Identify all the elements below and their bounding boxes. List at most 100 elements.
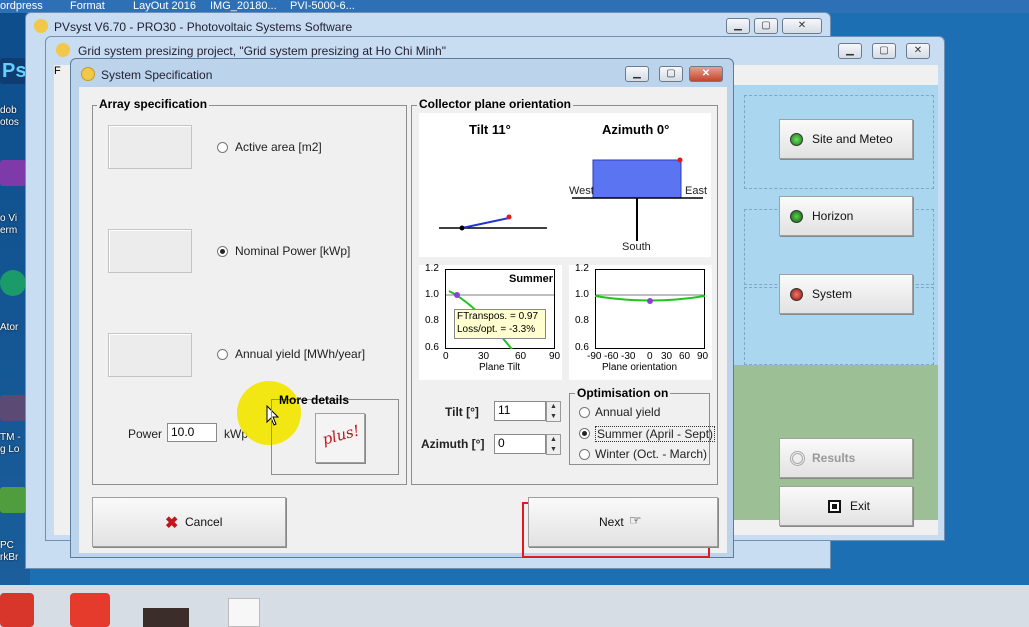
radio-label: Winter (Oct. - March)	[595, 447, 708, 461]
maximize-button[interactable]: ▢	[754, 18, 778, 34]
x-tick: 0	[443, 351, 449, 362]
transposition-tooltip: FTranspos. = 0.97 Loss/opt. = -3.3%	[454, 309, 546, 339]
x-tick: 30	[661, 351, 673, 362]
x-axis-label: Plane Tilt	[479, 362, 521, 373]
status-red-icon	[790, 288, 803, 301]
annual-yield-opt-radio[interactable]	[579, 407, 590, 418]
tilt-pivot	[459, 225, 465, 231]
video-thumbnail-icon[interactable]	[143, 608, 189, 627]
status-green-icon	[790, 133, 803, 146]
atom-icon[interactable]	[0, 270, 26, 296]
tooltip-line: FTranspos. = 0.97	[457, 311, 539, 322]
window-title: PVsyst V6.70 - PRO30 - Photovoltaic Syst…	[54, 20, 353, 34]
y-tick: 0.8	[575, 315, 589, 326]
minimize-button[interactable]: ▁	[726, 18, 750, 34]
west-label: West	[569, 185, 594, 197]
azimuth-plane	[592, 159, 682, 199]
y-tick: 1.2	[425, 263, 439, 274]
azimuth-spinner[interactable]: ▲ ▼	[546, 434, 561, 455]
active-area-value-box[interactable]	[108, 125, 192, 169]
tilt-field-label: Tilt [°]	[445, 405, 479, 419]
chart-series-label: Summer	[509, 273, 554, 285]
status-green-icon	[790, 210, 803, 223]
button-label: Cancel	[185, 515, 223, 529]
orientation-svg	[439, 157, 703, 241]
button-label: Horizon	[812, 209, 854, 223]
cancel-x-icon: ✖	[165, 515, 179, 532]
tilt-spinner[interactable]: ▲ ▼	[546, 401, 561, 422]
close-button[interactable]: ✕	[906, 43, 930, 59]
azimuth-corner	[677, 157, 683, 163]
document-icon[interactable]	[228, 598, 260, 627]
project-app-icon	[56, 43, 70, 57]
site-meteo-button[interactable]: Site and Meteo	[779, 119, 913, 159]
x-axis-label: Plane orientation	[602, 362, 678, 373]
azimuth-chart-svg	[594, 269, 706, 349]
radio-label: Annual yield	[595, 405, 661, 419]
tilt-optimum-point	[454, 292, 460, 298]
y-tick: 0.8	[425, 315, 439, 326]
azimuth-chart-plot	[594, 269, 706, 349]
nominal-power-value-box[interactable]	[108, 229, 192, 273]
maximize-button[interactable]: ▢	[872, 43, 896, 59]
x-tick: 0	[647, 351, 653, 362]
dialog-title: System Specification	[101, 68, 213, 82]
active-area-radio[interactable]	[217, 142, 228, 153]
minimize-button[interactable]: ▁	[838, 43, 862, 59]
results-button[interactable]: Results	[779, 438, 913, 478]
system-button[interactable]: System	[779, 274, 913, 314]
maximize-button[interactable]: ▢	[659, 66, 683, 82]
power-label: Power	[128, 427, 163, 441]
x-tick: 90	[549, 351, 561, 362]
group-title: More details	[279, 393, 350, 407]
azimuth-input[interactable]: 0	[494, 434, 546, 454]
next-button[interactable]: Next ☞	[528, 497, 718, 547]
south-label: South	[622, 241, 651, 253]
radio-label: Active area [m2]	[235, 140, 322, 154]
pointing-hand-icon: ☞	[629, 512, 642, 528]
horizon-button[interactable]: Horizon	[779, 196, 913, 236]
tilt-input[interactable]: 11	[494, 401, 546, 421]
minimize-button[interactable]: ▁	[625, 66, 649, 82]
button-label: Site and Meteo	[812, 132, 893, 146]
winter-opt-radio[interactable]	[579, 449, 590, 460]
sketchup-icon[interactable]	[70, 593, 110, 627]
button-label: System	[812, 287, 853, 301]
tilt-plane-end	[506, 214, 512, 220]
y-tick: 1.0	[425, 289, 439, 300]
annual-yield-radio[interactable]	[217, 349, 228, 360]
group-title: Optimisation on	[575, 386, 671, 400]
exit-button[interactable]: Exit	[779, 486, 913, 526]
pvsyst-app-icon	[34, 19, 48, 33]
x-tick: -90	[587, 351, 602, 362]
camera-app-icon[interactable]	[0, 593, 34, 627]
tilt-plane-line	[461, 217, 510, 229]
x-tick: 60	[679, 351, 691, 362]
plus-logo: plus!	[320, 421, 362, 449]
x-tick: -60	[604, 351, 619, 362]
radio-label: Annual yield [MWh/year]	[235, 347, 366, 361]
y-tick: 1.0	[575, 289, 589, 300]
button-label: Results	[812, 451, 856, 465]
x-tick: 60	[515, 351, 527, 362]
close-button[interactable]: ✕	[782, 18, 822, 34]
power-input[interactable]: 10.0	[167, 423, 217, 442]
east-label: East	[685, 185, 708, 197]
video-app-icon[interactable]	[0, 160, 26, 186]
plus-button[interactable]: plus!	[315, 413, 365, 463]
summer-opt-radio[interactable]	[579, 428, 590, 439]
close-button[interactable]: ✕	[689, 66, 723, 82]
system-specification-dialog: System Specification ▁ ▢ ✕ Array specifi…	[70, 58, 734, 558]
menu-stub[interactable]: F	[54, 65, 68, 79]
annual-yield-value-box[interactable]	[108, 333, 192, 377]
cancel-button[interactable]: ✖ Cancel	[92, 497, 286, 547]
tooltip-line: Loss/opt. = -3.3%	[457, 324, 536, 335]
photoshop-icon[interactable]: Ps	[0, 58, 26, 84]
group-title: Array specification	[97, 97, 210, 111]
x-tick: -30	[621, 351, 636, 362]
nominal-power-radio[interactable]	[217, 246, 228, 257]
tm-app-icon[interactable]	[0, 395, 26, 421]
results-disabled-icon	[790, 451, 805, 466]
pc-icon[interactable]	[0, 487, 26, 513]
window-title: Grid system presizing project, "Grid sys…	[78, 44, 446, 58]
